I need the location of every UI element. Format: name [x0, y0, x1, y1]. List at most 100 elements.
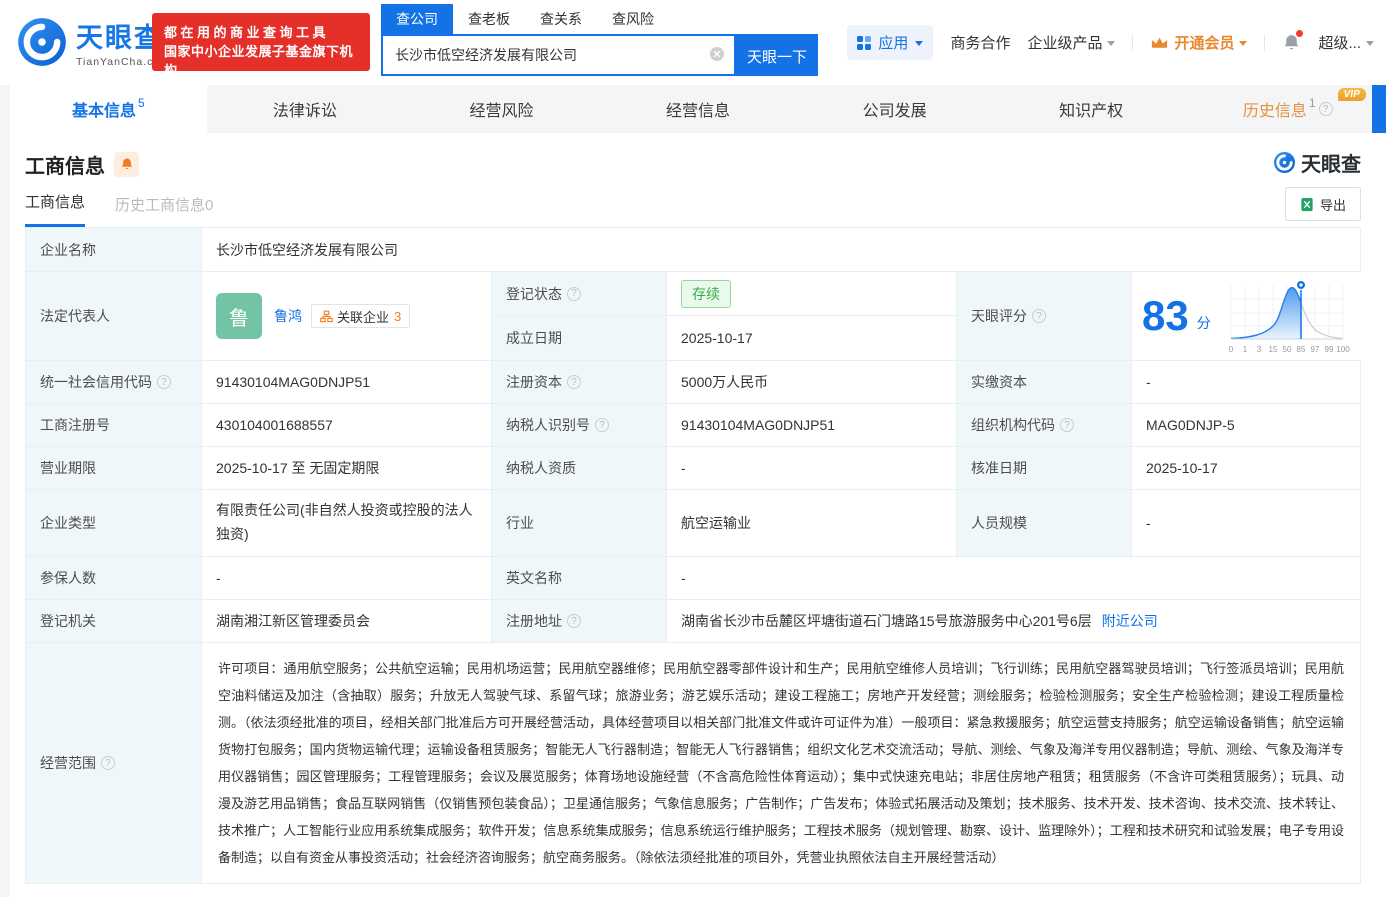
establish-date-label: 成立日期: [491, 316, 666, 360]
help-icon[interactable]: ?: [567, 287, 581, 301]
section-title: 工商信息: [25, 150, 105, 179]
apps-grid-icon: [857, 36, 871, 50]
nav-open-vip[interactable]: 开通会员: [1150, 32, 1247, 53]
svg-text:3: 3: [1256, 345, 1261, 354]
table-row: 经营范围? 许可项目：通用航空服务；公共航空运输；民用机场运营；民用航空器维修；…: [26, 642, 1360, 883]
score-distribution-chart: 0 1 3 15 50 85 97 99 100: [1219, 275, 1355, 357]
taxpayer-id-value: 91430104MAG0DNJP51: [666, 404, 956, 446]
credit-code-label: 统一社会信用代码?: [26, 361, 201, 403]
legal-rep-link[interactable]: 鲁鸿: [274, 306, 302, 326]
business-info-table: 企业名称 长沙市低空经济发展有限公司 法定代表人 鲁 鲁鸿 关联企业 3: [25, 227, 1361, 884]
help-icon[interactable]: ?: [567, 614, 581, 628]
industry-value: 航空运输业: [666, 490, 956, 556]
svg-text:99: 99: [1324, 345, 1333, 354]
promo-banner: 都在用的商业查询工具 国家中小企业发展子基金旗下机构: [152, 13, 370, 71]
legal-rep-avatar[interactable]: 鲁: [216, 293, 262, 339]
english-name-label: 英文名称: [491, 557, 666, 599]
taxpayer-id-label: 纳税人识别号?: [491, 404, 666, 446]
nav-business-cooperation[interactable]: 商务合作: [950, 32, 1010, 53]
subscribe-bell-icon[interactable]: [114, 152, 139, 177]
search-input[interactable]: [383, 36, 734, 74]
chevron-down-icon: [1107, 41, 1115, 46]
establish-date-value: 2025-10-17: [666, 316, 956, 360]
help-icon[interactable]: ?: [567, 375, 581, 389]
search-tab-boss[interactable]: 查老板: [453, 4, 525, 34]
tab-company-development[interactable]: 公司发展: [796, 85, 993, 133]
reg-status-cell: 存续: [666, 272, 956, 316]
help-icon[interactable]: ?: [1060, 418, 1074, 432]
paid-capital-label: 实缴资本: [956, 361, 1131, 403]
reg-address-cell: 湖南省长沙市岳麓区坪塘街道石门塘路15号旅游服务中心201号6层 附近公司: [666, 600, 1360, 642]
svg-text:0: 0: [1228, 345, 1233, 354]
tab-basic-info[interactable]: 基本信息5: [10, 85, 207, 133]
chevron-down-icon: [1366, 41, 1374, 46]
help-icon[interactable]: ?: [1032, 309, 1046, 323]
help-icon[interactable]: ?: [101, 756, 115, 770]
reg-capital-label: 注册资本?: [491, 361, 666, 403]
table-row: 参保人数 - 英文名称 -: [26, 556, 1360, 599]
company-tabbar: 基本信息5 法律诉讼 经营风险 经营信息 公司发展 知识产权 VIP 历史信息1…: [0, 85, 1386, 133]
export-button[interactable]: 导出: [1285, 187, 1361, 221]
table-row: 企业名称 长沙市低空经济发展有限公司: [26, 228, 1360, 271]
search-button[interactable]: 天眼一下: [736, 36, 818, 76]
reg-authority-value: 湖南湘江新区管理委员会: [201, 600, 491, 642]
watermark-logo-icon: [1273, 151, 1296, 174]
tab-history-info[interactable]: VIP 历史信息1 ?: [1189, 85, 1386, 133]
main-content: 工商信息 天眼查 工商信息 历史工商信息0 导出: [0, 133, 1386, 884]
help-icon[interactable]: ?: [1319, 102, 1333, 116]
chevron-down-icon: [1239, 41, 1247, 46]
reg-authority-label: 登记机关: [26, 600, 201, 642]
apps-menu[interactable]: 应用: [847, 25, 933, 60]
tab-legal-proceedings[interactable]: 法律诉讼: [207, 85, 404, 133]
user-menu[interactable]: 超级...: [1318, 32, 1374, 53]
status-badge: 存续: [681, 280, 731, 308]
reg-number-label: 工商注册号: [26, 404, 201, 446]
business-term-label: 营业期限: [26, 447, 201, 489]
related-companies-badge[interactable]: 关联企业 3: [311, 304, 410, 328]
legal-rep-cell: 鲁 鲁鸿 关联企业 3: [201, 272, 491, 360]
notification-bell-icon[interactable]: [1282, 33, 1301, 52]
tab-operation-info[interactable]: 经营信息: [600, 85, 797, 133]
tab-operation-risk[interactable]: 经营风险: [403, 85, 600, 133]
nav-enterprise-products[interactable]: 企业级产品: [1027, 32, 1115, 53]
crown-icon: [1150, 36, 1169, 50]
table-row: 企业类型 有限责任公司(非自然人投资或控股的法人独资) 行业 航空运输业 人员规…: [26, 489, 1360, 556]
business-scope-label: 经营范围?: [26, 643, 201, 883]
tianyancha-logo[interactable]: 天眼查 TianYanCha.com: [16, 16, 170, 68]
tab-intellectual-property[interactable]: 知识产权: [993, 85, 1190, 133]
english-name-value: -: [666, 557, 1360, 599]
insured-count-label: 参保人数: [26, 557, 201, 599]
help-icon[interactable]: ?: [157, 375, 171, 389]
search-tab-relation[interactable]: 查关系: [525, 4, 597, 34]
subtab-business-info[interactable]: 工商信息: [25, 191, 85, 227]
svg-text:100: 100: [1336, 345, 1350, 354]
staff-size-label: 人员规模: [956, 490, 1131, 556]
approval-date-label: 核准日期: [956, 447, 1131, 489]
excel-icon: [1300, 197, 1314, 212]
subtab-history-business-info[interactable]: 历史工商信息0: [115, 194, 213, 227]
reg-address-label: 注册地址?: [491, 600, 666, 642]
staff-size-value: -: [1131, 490, 1360, 556]
score-label: 天眼评分 ?: [956, 272, 1131, 360]
company-type-value: 有限责任公司(非自然人投资或控股的法人独资): [201, 490, 491, 556]
business-term-value: 2025-10-17 至 无固定期限: [201, 447, 491, 489]
reg-capital-value: 5000万人民币: [666, 361, 956, 403]
search-tab-company[interactable]: 查公司: [381, 4, 453, 34]
svg-text:97: 97: [1310, 345, 1319, 354]
table-row: 登记机关 湖南湘江新区管理委员会 注册地址? 湖南省长沙市岳麓区坪塘街道石门塘路…: [26, 599, 1360, 642]
nearby-companies-link[interactable]: 附近公司: [1102, 611, 1158, 631]
paid-capital-value: -: [1131, 361, 1360, 403]
side-panel-toggle[interactable]: [1372, 85, 1386, 133]
search-tab-risk[interactable]: 查风险: [597, 4, 669, 34]
svg-text:50: 50: [1282, 345, 1291, 354]
table-row: 工商注册号 430104001688557 纳税人识别号? 91430104MA…: [26, 403, 1360, 446]
org-code-value: MAG0DNJP-5: [1131, 404, 1360, 446]
help-icon[interactable]: ?: [595, 418, 609, 432]
clear-icon[interactable]: [709, 46, 725, 62]
industry-label: 行业: [491, 490, 666, 556]
reg-status-label: 登记状态 ?: [491, 272, 666, 316]
reg-address-value: 湖南省长沙市岳麓区坪塘街道石门塘路15号旅游服务中心201号6层: [681, 611, 1092, 631]
watermark-logo: 天眼查: [1273, 148, 1361, 177]
credit-code-value: 91430104MAG0DNJP51: [201, 361, 491, 403]
vip-badge: VIP: [1338, 88, 1366, 101]
